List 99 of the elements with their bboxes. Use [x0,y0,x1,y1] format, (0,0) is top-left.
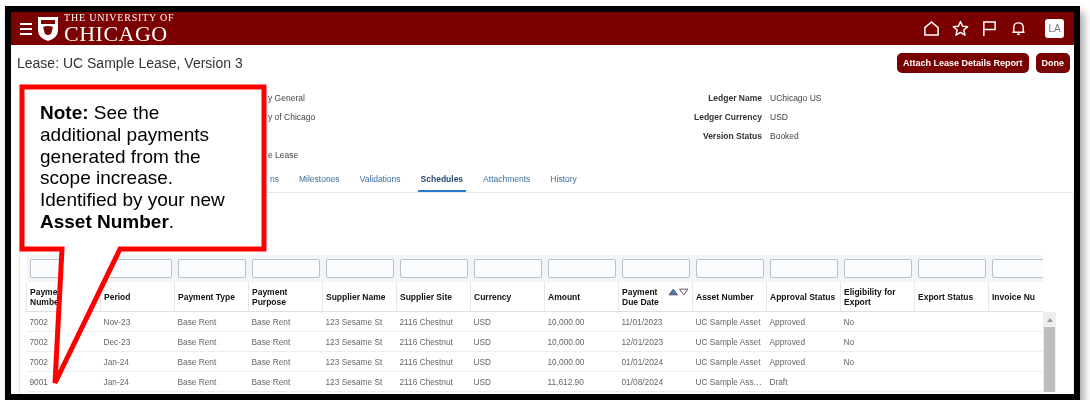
table-cell: 11,612.90 [544,371,619,392]
table-cell: 123 Sesame St [322,331,397,352]
table-cell: Nov-23 [100,311,175,332]
table-cell: UC Sample Ass… [692,371,767,392]
tab[interactable]: ns [267,168,282,192]
field-value: Booked [769,130,799,141]
table-cell: 11/01/2023 [618,311,693,332]
column-header[interactable]: Payment Due Date [622,286,659,307]
menu-icon[interactable] [20,22,32,35]
flag-icon[interactable] [981,20,998,37]
column-header[interactable]: Payment Purpose [252,286,288,307]
table-cell: USD [470,351,545,372]
table-cell: UC Sample Asset [692,351,767,372]
table-cell: Approved [766,311,841,332]
column-header[interactable]: Period [104,291,131,302]
filter-field[interactable] [621,259,690,278]
bell-icon[interactable] [1010,20,1027,37]
table-cell: 123 Sesame St [322,311,397,332]
table-cell: Jan-24 [100,351,175,372]
table-cell: Base Rent [248,311,323,332]
table-cell: Base Rent [248,371,323,392]
table-cell: 2116 Chestnut [396,351,471,372]
attach-report-button[interactable]: Attach Lease Details Report [896,52,1029,73]
table-cell: UC Sample Asset [692,311,767,332]
table-cell: USD [470,311,545,332]
filter-field[interactable] [695,259,764,278]
column-header[interactable]: Supplier Site [400,291,452,302]
table-cell: 2116 Chestnut [396,311,471,332]
column-header[interactable]: Payment Type [178,291,235,302]
table-cell: 10,000.00 [544,331,619,352]
shield-icon [37,15,59,42]
tab[interactable]: History [547,168,580,192]
table-cell: Base Rent [248,331,323,352]
table-cell: 123 Sesame St [322,371,397,392]
star-icon[interactable] [952,20,969,37]
table-cell: 2116 Chestnut [396,331,471,352]
user-avatar[interactable]: LA [1045,19,1064,38]
table-cell: Base Rent [174,311,249,332]
field-value: y General [268,92,305,103]
filter-field[interactable] [325,259,394,278]
field-label: Ledger Name [708,92,762,103]
table-cell: Base Rent [174,351,249,372]
field-value: y of Chicago [268,111,316,122]
table-cell: USD [470,371,545,392]
filter-field[interactable] [473,259,542,278]
tab[interactable]: Validations [356,168,404,192]
sort-icon[interactable] [668,287,689,296]
table-cell: Jan-24 [100,371,175,392]
column-header[interactable]: Eligibility for Export [844,286,896,307]
column-header[interactable]: Currency [474,291,512,302]
table-cell: USD [470,331,545,352]
field-value: e Lease [268,149,299,160]
column-header[interactable]: Approval Status [770,291,836,302]
filter-field[interactable] [991,259,1043,278]
tab[interactable]: Attachments [480,168,534,192]
table-cell: 10,000.00 [544,311,619,332]
home-icon[interactable] [923,20,940,37]
table-cell: 01/08/2024 [618,371,693,392]
filter-field[interactable] [917,259,986,278]
logo-title: CHICAGO [64,22,168,45]
column-header[interactable]: Amount [548,291,581,302]
filter-field[interactable] [547,259,616,278]
table-cell: Approved [766,331,841,352]
filter-field[interactable] [769,259,838,278]
logo-subtitle: THE UNIVERSITY OF [64,12,175,23]
column-header[interactable]: Invoice Nu [992,291,1035,302]
table-cell: Approved [766,351,841,372]
column-header[interactable]: Asset Number [696,291,754,302]
filter-field[interactable] [399,259,468,278]
filter-field[interactable] [177,259,246,278]
table-cell: UC Sample Asset [692,331,767,352]
filter-field[interactable] [843,259,912,278]
tab[interactable]: Schedules [417,168,467,192]
field-value: USD [769,111,788,122]
table-cell: 10,000.00 [544,351,619,372]
column-header[interactable]: Supplier Name [326,291,386,302]
tab[interactable]: Milestones [296,168,343,192]
table-cell: 123 Sesame St [322,351,397,372]
table-cell: Dec-23 [100,331,175,352]
table-cell: No [840,311,915,332]
table-cell: Base Rent [174,371,249,392]
table-cell: 01/01/2024 [618,351,693,372]
table-cell: 2116 Chestnut [396,371,471,392]
column-header[interactable]: Export Status [918,291,974,302]
done-button[interactable]: Done [1035,52,1070,73]
table-cell: Base Rent [174,331,249,352]
table-cell: No [840,351,915,372]
field-label: Version Status [702,130,762,141]
scrollbar[interactable] [1043,312,1056,392]
field-label: Ledger Currency [693,111,762,122]
table-cell: 12/01/2023 [618,331,693,352]
table-cell: No [840,331,915,352]
table-cell: Draft [766,371,841,392]
column-header[interactable]: Payme Numbe [30,286,59,307]
filter-field[interactable] [251,259,320,278]
table-cell: Base Rent [248,351,323,372]
callout-note: Note: See the additional payments generated from the scope increase. Identified by your new Asset Number. [40,102,226,233]
page-title: Lease: UC Sample Lease, Version 3 [17,54,243,71]
field-value: UChicago US [769,92,822,103]
